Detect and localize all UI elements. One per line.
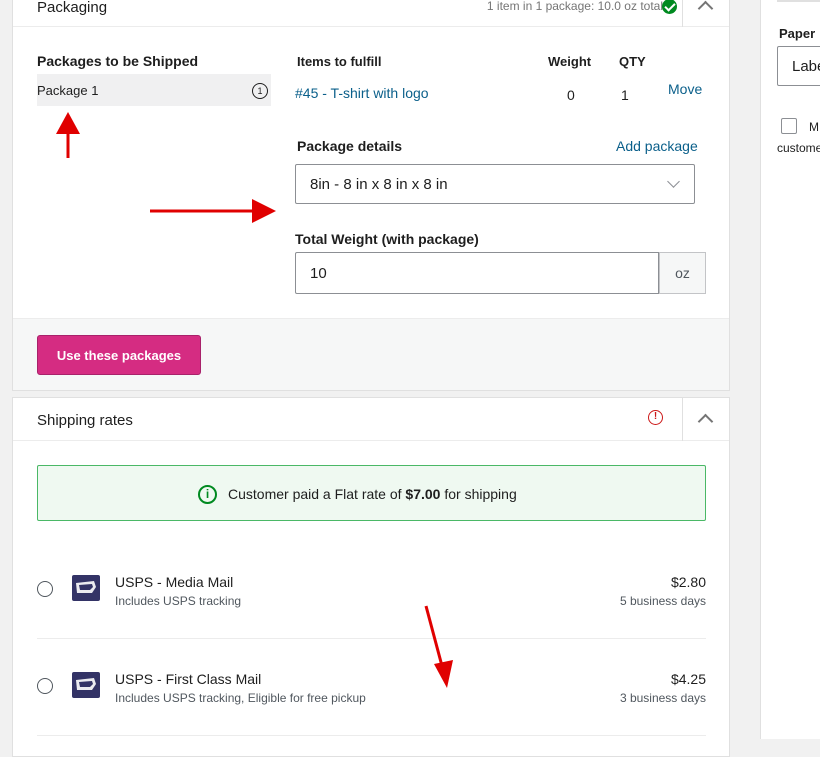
notice-text: Customer paid a Flat rate of $7.00 for s… — [228, 486, 517, 502]
packaging-summary: 1 item in 1 package: 10.0 oz total — [486, 0, 663, 13]
rate-option[interactable]: USPS - First Class Mail Includes USPS tr… — [37, 640, 706, 736]
label-settings-sidebar: Paper Labe M custome — [760, 0, 820, 739]
paper-size-value: Labe — [792, 58, 820, 75]
notice-suffix: for shipping — [440, 486, 517, 502]
rate-details: Includes USPS tracking, Eligible for fre… — [115, 691, 366, 705]
shipping-rates-panel: Shipping rates ! i Customer paid a Flat … — [12, 397, 730, 757]
total-weight-input[interactable] — [295, 252, 659, 294]
package-list-item[interactable]: Package 1 1 — [37, 74, 271, 106]
total-weight-label: Total Weight (with package) — [295, 231, 479, 247]
move-item-button[interactable]: Move — [668, 81, 702, 97]
rate-price: $4.25 — [670, 671, 706, 687]
weight-heading: Weight — [548, 54, 592, 69]
header-divider — [682, 0, 683, 27]
add-package-button[interactable]: Add package — [616, 138, 698, 154]
weight-unit-addon: oz — [659, 252, 706, 294]
package-label: Package 1 — [37, 83, 99, 98]
rate-option[interactable]: USPS - Media Mail Includes USPS tracking… — [37, 543, 706, 639]
rate-name: USPS - First Class Mail — [115, 671, 262, 687]
chevron-up-icon[interactable] — [697, 0, 714, 17]
rate-delivery-time: 5 business days — [619, 594, 706, 608]
package-details-heading: Package details — [297, 138, 403, 154]
info-circle-icon: i — [198, 485, 217, 504]
usps-logo-icon — [72, 672, 100, 698]
use-packages-button[interactable]: Use these packages — [37, 335, 201, 375]
package-type-value: 8in - 8 in x 8 in x 8 in — [310, 176, 448, 193]
sidebar-checkbox[interactable] — [781, 118, 797, 134]
shipping-rates-title: Shipping rates — [37, 412, 133, 429]
rate-delivery-time: 3 business days — [619, 691, 706, 705]
rate-radio[interactable] — [37, 581, 53, 597]
item-qty: 1 — [621, 87, 629, 103]
notice-amount: $7.00 — [405, 486, 441, 502]
sidebar-divider — [777, 0, 820, 2]
packaging-title: Packaging — [37, 0, 108, 16]
packaging-header[interactable]: Packaging 1 item in 1 package: 10.0 oz t… — [13, 0, 729, 27]
paper-size-select[interactable]: Labe — [777, 46, 820, 86]
rate-name: USPS - Media Mail — [115, 574, 234, 590]
usps-logo-icon — [72, 575, 100, 601]
items-heading: Items to fulfill — [297, 54, 382, 69]
header-divider — [682, 398, 683, 441]
qty-heading: QTY — [619, 54, 646, 69]
item-weight: 0 — [567, 87, 575, 103]
shipping-rates-header[interactable]: Shipping rates ! — [13, 398, 729, 441]
package-count-badge: 1 — [252, 83, 268, 99]
chevron-up-icon[interactable] — [697, 413, 714, 430]
sidebar-checkbox-label: M — [809, 120, 819, 134]
notice-prefix: Customer paid a Flat rate of — [228, 486, 406, 502]
item-link[interactable]: #45 - T-shirt with logo — [295, 85, 429, 101]
flat-rate-notice: i Customer paid a Flat rate of $7.00 for… — [37, 465, 706, 521]
paper-size-label: Paper — [779, 26, 816, 41]
sidebar-checkbox-sublabel: custome — [777, 141, 820, 155]
rate-price: $2.80 — [670, 574, 706, 590]
rate-details: Includes USPS tracking — [115, 594, 242, 608]
packages-heading: Packages to be Shipped — [37, 53, 199, 69]
packaging-panel: Packaging 1 item in 1 package: 10.0 oz t… — [12, 0, 730, 391]
chevron-down-icon — [667, 175, 680, 188]
rate-radio[interactable] — [37, 678, 53, 694]
check-circle-icon — [662, 0, 677, 14]
alert-circle-icon: ! — [648, 410, 663, 425]
package-type-select[interactable]: 8in - 8 in x 8 in x 8 in — [295, 164, 695, 204]
